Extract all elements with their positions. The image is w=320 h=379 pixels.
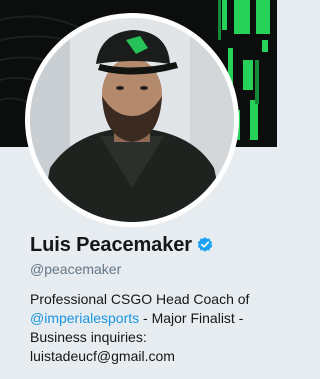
display-name[interactable]: Luis Peacemaker (30, 234, 192, 257)
avatar-frame[interactable] (25, 13, 239, 227)
mention-link[interactable]: @imperialesports (30, 310, 139, 326)
bio-line-3: Business inquiries: (30, 329, 147, 345)
name-row: Luis Peacemaker (30, 232, 270, 258)
avatar-photo (30, 18, 234, 222)
profile-bio: Professional CSGO Head Coach of @imperia… (30, 290, 270, 366)
bio-line-2: @imperialesports - Major Finalist - (30, 309, 270, 328)
profile-handle[interactable]: @peacemaker (30, 260, 270, 278)
bio-line-2-text: - Major Finalist - (139, 310, 244, 326)
bio-line-1: Professional CSGO Head Coach of (30, 291, 250, 307)
bio-email: luistadeucf@gmail.com (30, 348, 175, 364)
profile-info: Luis Peacemaker @peacemaker Professional… (30, 232, 270, 366)
profile-card: Luis Peacemaker @peacemaker Professional… (0, 0, 277, 379)
verified-badge-icon (196, 236, 214, 254)
avatar[interactable] (30, 18, 234, 222)
